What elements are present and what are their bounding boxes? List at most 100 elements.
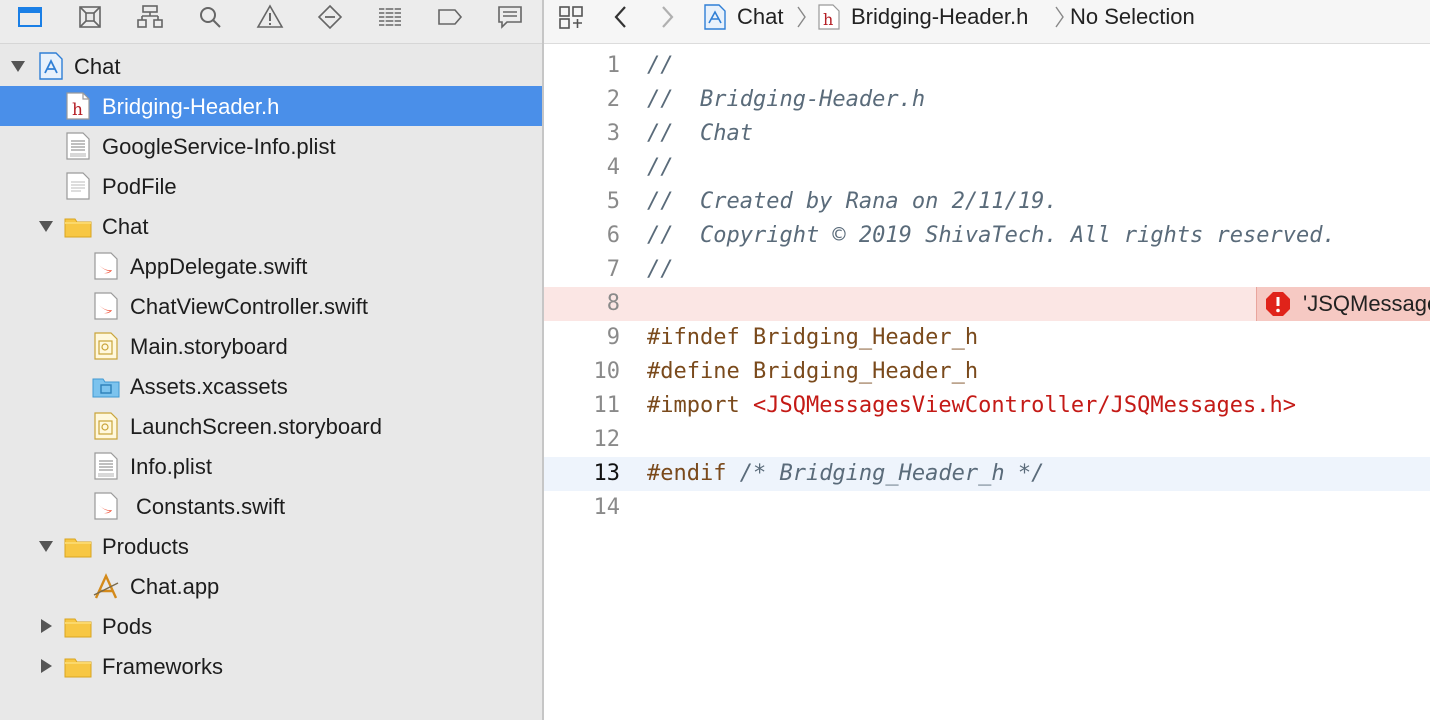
jumpbar-selection[interactable]: No Selection (1070, 4, 1195, 30)
source-editor: Chat h Bridging-Header.h No Selection 1 /… (544, 0, 1430, 720)
project-navigator: Chat h Bridging-Header.h GoogleService-Info… (0, 0, 542, 720)
project-icon (37, 51, 65, 81)
folder-icon (64, 651, 92, 681)
source-control-navigator-icon[interactable] (70, 0, 110, 34)
line-number: 14 (593, 495, 621, 520)
line-number: 4 (606, 155, 620, 180)
disclosure-triangle-open-icon[interactable] (38, 218, 54, 234)
tree-item-label: Constants.swift (136, 494, 286, 519)
tree-item-label: Frameworks (102, 654, 224, 679)
storyboard-file-icon (92, 411, 120, 441)
tree-file-row[interactable]: GoogleService-Info.plist (0, 126, 542, 166)
code-directive: #define Bridging_Header_h (647, 359, 979, 384)
svg-text:h: h (823, 10, 833, 29)
tree-file-row[interactable]: h Bridging-Header.h (0, 86, 542, 126)
line-number: 10 (593, 359, 621, 384)
code-line[interactable]: 6 // Copyright © 2019 ShivaTech. All righ… (544, 219, 1430, 253)
code-line[interactable]: 4 // (544, 151, 1430, 185)
tree-group-row[interactable]: Pods (0, 606, 542, 646)
code-comment: /* Bridging_Header_h */ (739, 461, 1045, 486)
tree-item-label: Info.plist (130, 454, 212, 479)
line-number: 1 (606, 53, 620, 78)
back-arrow-icon[interactable] (608, 0, 634, 34)
code-line[interactable]: 5 // Created by Rana on 2/11/19. (544, 185, 1430, 219)
header-file-icon: h (816, 0, 842, 34)
symbol-navigator-icon[interactable] (130, 0, 170, 34)
code-text: // (647, 257, 674, 282)
tree-item-label: ChatViewController.swift (130, 294, 369, 319)
tree-file-row[interactable]: AppDelegate.swift (0, 246, 542, 286)
line-number: 13 (593, 461, 621, 486)
report-navigator-icon[interactable] (490, 0, 530, 34)
disclosure-triangle-open-icon[interactable] (10, 58, 26, 74)
tree-file-row[interactable]: Constants.swift (0, 486, 542, 526)
tree-file-row[interactable]: LaunchScreen.storyboard (0, 406, 542, 446)
tree-group-row[interactable]: Chat (0, 46, 542, 86)
code-line[interactable]: 7 // (544, 253, 1430, 287)
folder-icon (64, 531, 92, 561)
code-text: #import <JSQMessagesViewController/JSQMe… (647, 393, 1296, 418)
breakpoint-navigator-icon[interactable] (430, 0, 470, 34)
issue-navigator-icon[interactable] (250, 0, 290, 34)
code-line[interactable]: 12 (544, 423, 1430, 457)
tree-file-row[interactable]: Assets.xcassets (0, 366, 542, 406)
code-line[interactable]: 13 #endif /* Bridging_Header_h */ (544, 457, 1430, 491)
tree-file-row[interactable]: Chat.app (0, 566, 542, 606)
debug-navigator-icon[interactable] (370, 0, 410, 34)
code-text: // (647, 53, 674, 78)
code-comment: // Chat (647, 121, 753, 146)
tree-item-label: AppDelegate.swift (130, 254, 308, 279)
code-comment: // (647, 155, 674, 180)
tree-item-label: Chat (102, 214, 149, 239)
code-text: // Chat (647, 121, 753, 146)
plist-file-icon (64, 131, 92, 161)
tree-item-label: Chat.app (130, 574, 220, 599)
disclosure-triangle-closed-icon[interactable] (38, 658, 54, 674)
tree-item-label: Products (102, 534, 189, 559)
error-annotation[interactable]: 'JSQMessagesViewController/JSQMessages.h… (1256, 287, 1430, 321)
code-text: #endif /* Bridging_Header_h */ (647, 461, 1044, 486)
code-line[interactable]: 14 (544, 491, 1430, 525)
swift-file-icon (92, 491, 120, 521)
swift-file-icon (92, 251, 120, 281)
swift-file-icon (92, 291, 120, 321)
svg-text:h: h (72, 100, 83, 120)
code-text: // (647, 155, 674, 180)
tree-file-row[interactable]: ChatViewController.swift (0, 286, 542, 326)
code-comment: // Bridging-Header.h (647, 87, 926, 112)
project-navigator-icon[interactable] (10, 0, 50, 34)
disclosure-triangle-closed-icon[interactable] (38, 618, 54, 634)
code-line[interactable]: 1 // (544, 49, 1430, 83)
tree-group-row[interactable]: Chat (0, 206, 542, 246)
code-line[interactable]: 2 // Bridging-Header.h (544, 83, 1430, 117)
test-navigator-icon[interactable] (310, 0, 350, 34)
error-message: 'JSQMessagesViewController/JSQMessages.h… (1303, 291, 1430, 316)
code-line[interactable]: 10 #define Bridging_Header_h (544, 355, 1430, 389)
plist-file-icon (92, 451, 120, 481)
code-line[interactable]: 9 #ifndef Bridging_Header_h (544, 321, 1430, 355)
tree-item-label: Bridging-Header.h (102, 94, 280, 119)
related-items-icon[interactable] (558, 0, 584, 34)
error-icon (1266, 292, 1290, 316)
tree-file-row[interactable]: Main.storyboard (0, 326, 542, 366)
asset-folder-icon (92, 371, 120, 401)
jumpbar-project[interactable]: Chat (737, 4, 783, 30)
disclosure-triangle-open-icon[interactable] (38, 538, 54, 554)
find-navigator-icon[interactable] (190, 0, 230, 34)
tree-file-row[interactable]: Info.plist (0, 446, 542, 486)
tree-item-label: Pods (102, 614, 153, 639)
tree-item-label: Main.storyboard (130, 334, 288, 359)
code-line[interactable]: 11 #import <JSQMessagesViewController/JSQ… (544, 389, 1430, 423)
code-text: #ifndef Bridging_Header_h (647, 325, 978, 350)
jumpbar-file[interactable]: Bridging-Header.h (851, 4, 1028, 30)
tree-file-row[interactable]: PodFile (0, 166, 542, 206)
code-line[interactable]: 8 'JSQMessagesViewController/JSQMessages.… (544, 287, 1430, 321)
code-line[interactable]: 3 // Chat (544, 117, 1430, 151)
code-directive: #ifndef Bridging_Header_h (647, 325, 979, 350)
forward-arrow-icon[interactable] (654, 0, 680, 34)
tree-group-row[interactable]: Frameworks (0, 646, 542, 686)
tree-group-row[interactable]: Products (0, 526, 542, 566)
code-comment: // Created by Rana on 2/11/19. (647, 189, 1058, 214)
code-comment: // (647, 53, 674, 78)
line-number: 3 (606, 121, 620, 146)
